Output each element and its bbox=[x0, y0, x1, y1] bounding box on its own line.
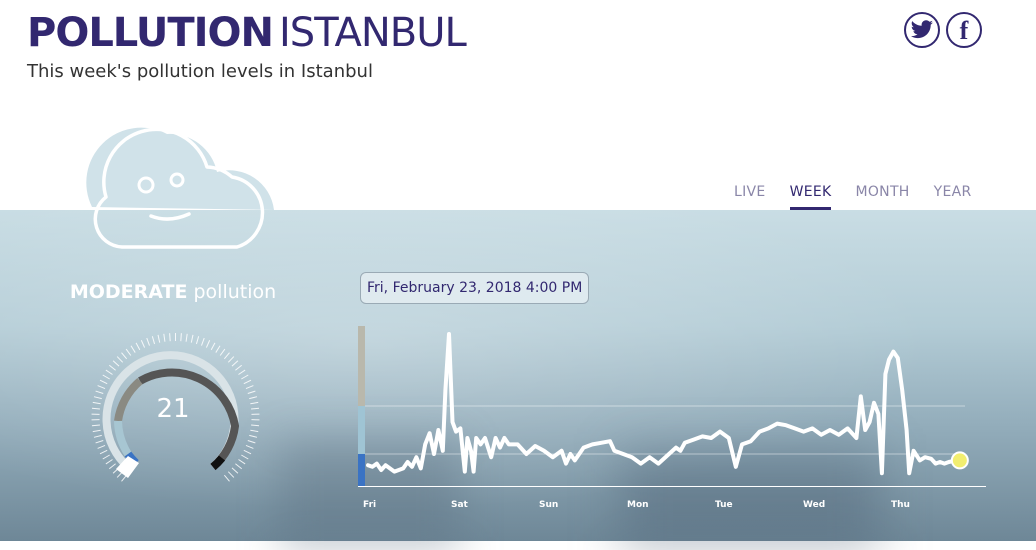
x-tick-label: Mon bbox=[627, 500, 649, 510]
x-tick-label: Thu bbox=[891, 500, 910, 510]
x-tick-label: Tue bbox=[715, 500, 733, 510]
x-tick-label: Sun bbox=[539, 500, 558, 510]
x-tick-label: Fri bbox=[363, 500, 376, 510]
pollution-chart bbox=[0, 0, 1036, 541]
current-point-marker bbox=[952, 452, 968, 468]
x-axis-labels: Fri Sat Sun Mon Tue Wed Thu bbox=[0, 500, 1036, 516]
scale-band-moderate bbox=[358, 406, 365, 454]
scale-band-high bbox=[358, 326, 365, 406]
x-tick-label: Sat bbox=[451, 500, 468, 510]
scale-band-low bbox=[358, 454, 365, 486]
series-line bbox=[368, 334, 956, 473]
x-tick-label: Wed bbox=[803, 500, 825, 510]
